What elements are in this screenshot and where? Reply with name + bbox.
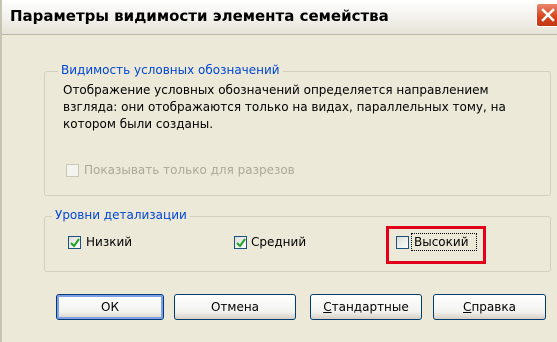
cancel-button-label: Отмена <box>210 300 260 314</box>
window-title: Параметры видимости элемента семейства <box>10 7 389 25</box>
defaults-button-label: Стандартные <box>323 300 409 314</box>
visibility-description: Отображение условных обозначений определ… <box>63 83 506 131</box>
fine-highlight-box <box>386 226 486 264</box>
ok-button[interactable]: ОК <box>56 294 164 320</box>
detail-levels-group-label: Уровни детализации <box>52 208 190 222</box>
coarse-label: Низкий <box>86 235 133 249</box>
cancel-button[interactable]: Отмена <box>174 294 296 320</box>
close-button[interactable] <box>536 3 557 27</box>
defaults-button[interactable]: Стандартные <box>310 294 422 320</box>
help-button[interactable]: Справка <box>433 294 546 320</box>
sections-only-label: Показывать только для разрезов <box>84 163 295 177</box>
window-left-border <box>0 0 2 342</box>
visibility-group-label: Видимость условных обозначений <box>58 63 283 77</box>
medium-checkbox[interactable] <box>234 236 247 249</box>
ok-button-label: ОК <box>101 300 119 314</box>
medium-label: Средний <box>251 235 307 249</box>
coarse-checkbox[interactable] <box>68 236 81 249</box>
title-bar[interactable]: Параметры видимости элемента семейства <box>2 0 557 35</box>
help-button-label: Справка <box>463 300 516 314</box>
sections-only-checkbox[interactable] <box>66 164 79 177</box>
